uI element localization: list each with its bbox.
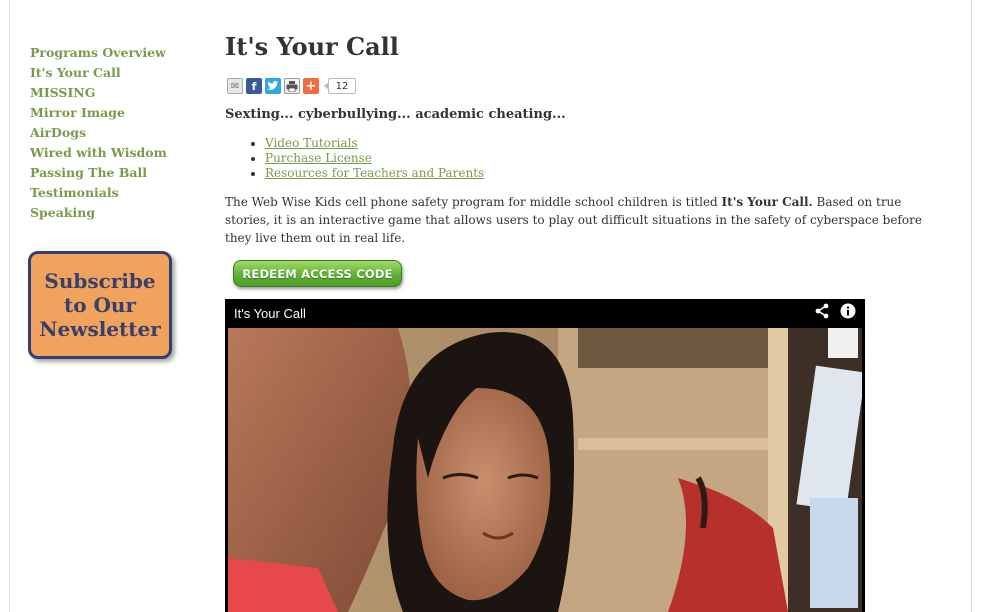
- subscribe-newsletter-button[interactable]: Subscribe to Our Newsletter: [28, 251, 172, 359]
- page-title: It's Your Call: [225, 32, 399, 61]
- list-item: Video Tutorials: [265, 136, 484, 151]
- video-title-bar: It's Your Call: [225, 299, 865, 327]
- sidebar-item-speaking[interactable]: Speaking: [30, 203, 200, 223]
- email-icon[interactable]: ✉: [227, 78, 243, 94]
- subscribe-line-1: Subscribe: [44, 269, 156, 293]
- sidebar-item-missing[interactable]: MISSING: [30, 83, 200, 103]
- video-player[interactable]: It's Your Call: [225, 299, 865, 612]
- sidebar-item-programs-overview[interactable]: Programs Overview: [30, 43, 200, 63]
- sidebar-item-wired-with-wisdom[interactable]: Wired with Wisdom: [30, 143, 200, 163]
- description-part-1: The Web Wise Kids cell phone safety prog…: [225, 195, 722, 209]
- redeem-access-code-button[interactable]: REDEEM ACCESS CODE: [233, 260, 402, 287]
- sidebar-item-airdogs[interactable]: AirDogs: [30, 123, 200, 143]
- print-icon[interactable]: [284, 78, 300, 94]
- sidebar-item-its-your-call[interactable]: It's Your Call: [30, 63, 200, 83]
- sidebar-item-passing-the-ball[interactable]: Passing The Ball: [30, 163, 200, 183]
- resource-links: Video Tutorials Purchase License Resourc…: [245, 136, 484, 181]
- resources-link[interactable]: Resources for Teachers and Parents: [265, 166, 484, 180]
- subscribe-line-2: to Our: [63, 293, 137, 317]
- addthis-plus-icon[interactable]: +: [303, 78, 319, 94]
- info-icon[interactable]: [840, 303, 856, 323]
- sidebar-item-mirror-image[interactable]: Mirror Image: [30, 103, 200, 123]
- purchase-license-link[interactable]: Purchase License: [265, 151, 372, 165]
- facebook-icon[interactable]: f: [246, 78, 262, 94]
- program-description: The Web Wise Kids cell phone safety prog…: [225, 193, 947, 247]
- share-count: 12: [324, 78, 356, 94]
- video-controls: [814, 303, 856, 323]
- share-icon[interactable]: [814, 303, 830, 323]
- sidebar-nav: Programs Overview It's Your Call MISSING…: [30, 43, 200, 223]
- list-item: Resources for Teachers and Parents: [265, 166, 484, 181]
- video-title[interactable]: It's Your Call: [234, 306, 306, 321]
- twitter-icon[interactable]: [265, 78, 281, 94]
- sidebar-item-testimonials[interactable]: Testimonials: [30, 183, 200, 203]
- description-bold-title: It's Your Call.: [721, 195, 813, 209]
- list-item: Purchase License: [265, 151, 484, 166]
- subscribe-line-3: Newsletter: [39, 317, 161, 341]
- video-thumbnail[interactable]: [228, 328, 862, 612]
- share-toolbar: ✉ f + 12: [227, 77, 356, 95]
- video-tutorials-link[interactable]: Video Tutorials: [265, 136, 358, 150]
- tagline: Sexting... cyberbullying... academic che…: [225, 107, 566, 122]
